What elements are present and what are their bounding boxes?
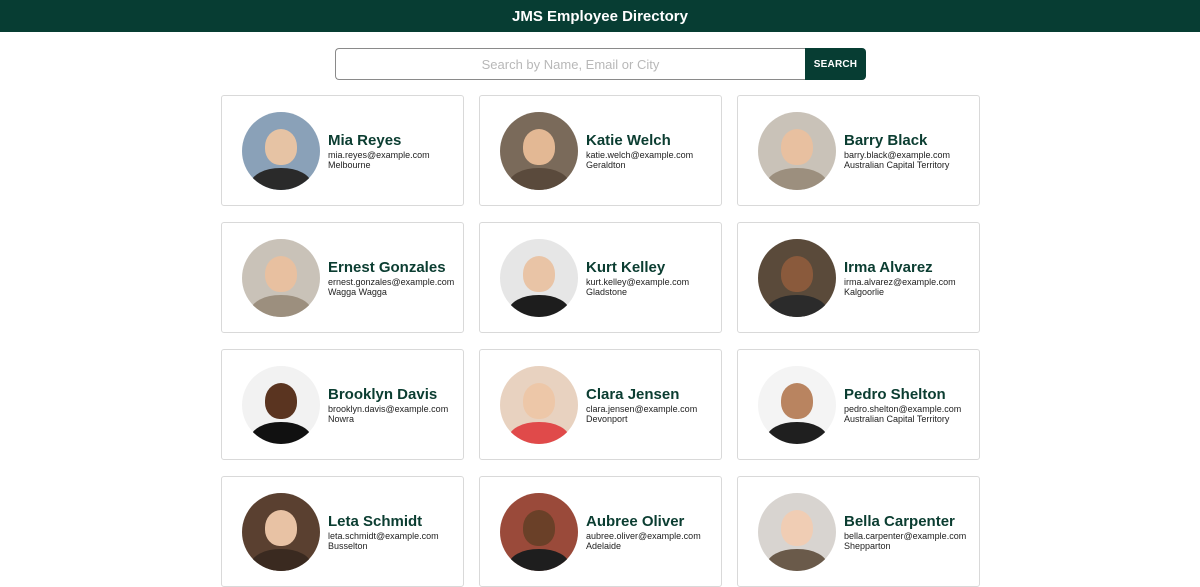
employee-card[interactable]: Pedro Shelton pedro.shelton@example.com …: [737, 349, 980, 460]
employee-name: Clara Jensen: [586, 386, 680, 403]
employee-card[interactable]: Irma Alvarez irma.alvarez@example.com Ka…: [737, 222, 980, 333]
search-input[interactable]: [335, 48, 805, 80]
avatar: [242, 493, 320, 571]
employee-name: Leta Schmidt: [328, 513, 423, 530]
employee-grid: Mia Reyes mia.reyes@example.com Melbourn…: [221, 95, 980, 587]
employee-name: Mia Reyes: [328, 132, 402, 149]
employee-email: ernest.gonzales@example.com: [328, 277, 455, 287]
avatar: [500, 493, 578, 571]
avatar: [758, 112, 836, 190]
employee-city: Australian Capital Territory: [844, 414, 950, 424]
employee-card[interactable]: Kurt Kelley kurt.kelley@example.com Glad…: [479, 222, 722, 333]
avatar: [242, 366, 320, 444]
employee-card[interactable]: Leta Schmidt leta.schmidt@example.com Bu…: [221, 476, 464, 587]
avatar: [758, 239, 836, 317]
employee-name: Ernest Gonzales: [328, 259, 446, 276]
avatar: [242, 239, 320, 317]
avatar: [758, 493, 836, 571]
employee-name: Katie Welch: [586, 132, 671, 149]
employee-city: Melbourne: [328, 160, 371, 170]
employee-email: clara.jensen@example.com: [586, 404, 698, 414]
employee-name: Irma Alvarez: [844, 259, 933, 276]
employee-card[interactable]: Bella Carpenter bella.carpenter@example.…: [737, 476, 980, 587]
employee-card[interactable]: Aubree Oliver aubree.oliver@example.com …: [479, 476, 722, 587]
employee-name: Pedro Shelton: [844, 386, 946, 403]
employee-name: Aubree Oliver: [586, 513, 685, 530]
employee-email: bella.carpenter@example.com: [844, 531, 967, 541]
employee-card[interactable]: Barry Black barry.black@example.com Aust…: [737, 95, 980, 206]
employee-email: pedro.shelton@example.com: [844, 404, 962, 414]
employee-name: Barry Black: [844, 132, 928, 149]
employee-name: Brooklyn Davis: [328, 386, 438, 403]
header-bar: JMS Employee Directory: [0, 0, 1200, 32]
avatar: [500, 112, 578, 190]
avatar: [242, 112, 320, 190]
search-button[interactable]: SEARCH: [805, 48, 866, 80]
employee-city: Kalgoorlie: [844, 287, 885, 297]
employee-city: Geraldton: [586, 160, 626, 170]
employee-email: mia.reyes@example.com: [328, 150, 430, 160]
employee-email: irma.alvarez@example.com: [844, 277, 956, 287]
employee-city: Wagga Wagga: [328, 287, 387, 297]
employee-email: kurt.kelley@example.com: [586, 277, 690, 287]
employee-email: leta.schmidt@example.com: [328, 531, 439, 541]
employee-name: Bella Carpenter: [844, 513, 955, 530]
employee-email: brooklyn.davis@example.com: [328, 404, 449, 414]
employee-card[interactable]: Mia Reyes mia.reyes@example.com Melbourn…: [221, 95, 464, 206]
employee-name: Kurt Kelley: [586, 259, 666, 276]
employee-city: Nowra: [328, 414, 355, 424]
employee-card[interactable]: Brooklyn Davis brooklyn.davis@example.co…: [221, 349, 464, 460]
page-title: JMS Employee Directory: [512, 7, 688, 25]
employee-card[interactable]: Ernest Gonzales ernest.gonzales@example.…: [221, 222, 464, 333]
employee-city: Australian Capital Territory: [844, 160, 950, 170]
employee-city: Devonport: [586, 414, 628, 424]
avatar: [500, 366, 578, 444]
employee-card[interactable]: Katie Welch katie.welch@example.com Gera…: [479, 95, 722, 206]
avatar: [500, 239, 578, 317]
employee-email: aubree.oliver@example.com: [586, 531, 701, 541]
avatar: [758, 366, 836, 444]
employee-email: katie.welch@example.com: [586, 150, 694, 160]
employee-email: barry.black@example.com: [844, 150, 951, 160]
search-bar: SEARCH: [335, 48, 866, 80]
employee-card[interactable]: Clara Jensen clara.jensen@example.com De…: [479, 349, 722, 460]
employee-city: Gladstone: [586, 287, 628, 297]
